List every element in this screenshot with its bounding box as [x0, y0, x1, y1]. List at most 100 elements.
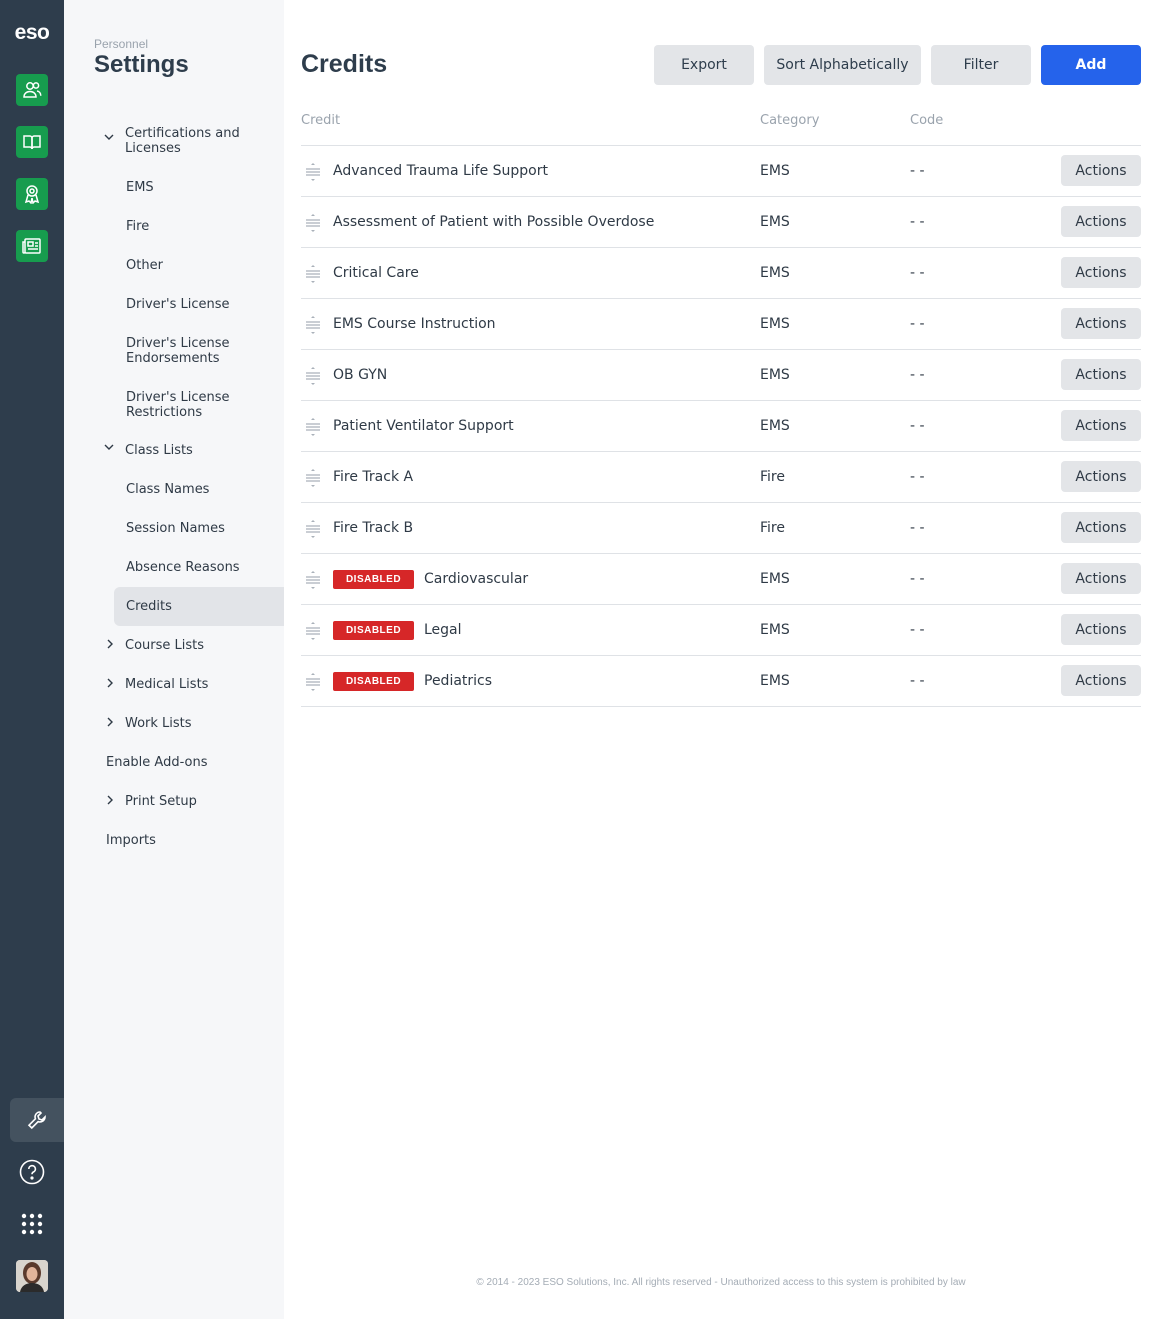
- drag-handle-icon[interactable]: [304, 468, 322, 488]
- actions-button[interactable]: Actions: [1061, 359, 1141, 390]
- credit-category: EMS: [760, 418, 790, 434]
- add-button[interactable]: Add: [1041, 45, 1141, 85]
- credit-name: Fire Track A: [333, 469, 414, 485]
- credit-name: Assessment of Patient with Possible Over…: [333, 214, 655, 230]
- credit-code: - -: [910, 418, 925, 434]
- credit-category: EMS: [760, 214, 790, 230]
- credit-category: EMS: [760, 163, 790, 179]
- actions-button[interactable]: Actions: [1061, 257, 1141, 288]
- nav-drivers-license[interactable]: Driver's License: [126, 297, 230, 312]
- actions-button[interactable]: Actions: [1061, 206, 1141, 237]
- credit-code: - -: [910, 571, 925, 587]
- app-rail: eso: [0, 0, 64, 1319]
- actions-button[interactable]: Actions: [1061, 665, 1141, 696]
- actions-button[interactable]: Actions: [1061, 155, 1141, 186]
- wrench-icon[interactable]: [10, 1098, 64, 1142]
- actions-button[interactable]: Actions: [1061, 410, 1141, 441]
- award-icon[interactable]: [16, 178, 48, 210]
- chevron-down-icon[interactable]: [103, 441, 115, 453]
- nav-course-lists[interactable]: Course Lists: [125, 638, 204, 653]
- credit-code: - -: [910, 673, 925, 689]
- breadcrumb: Personnel: [94, 37, 149, 51]
- nav-absence-reasons[interactable]: Absence Reasons: [126, 560, 240, 575]
- drag-handle-icon[interactable]: [304, 417, 322, 437]
- table-row[interactable]: Advanced Trauma Life Support EMS - - Action…: [301, 146, 1141, 197]
- drag-handle-icon[interactable]: [304, 519, 322, 539]
- credit-code: - -: [910, 520, 925, 536]
- nav-other[interactable]: Other: [126, 258, 163, 273]
- help-icon[interactable]: [10, 1150, 54, 1194]
- table-row[interactable]: Fire Track A Fire - - Actions: [301, 452, 1141, 503]
- chevron-right-icon[interactable]: [104, 794, 116, 806]
- table-row[interactable]: Patient Ventilator Support EMS - - Actions: [301, 401, 1141, 452]
- credit-category: EMS: [760, 673, 790, 689]
- table-row[interactable]: DISABLED Legal EMS - - Actions: [301, 605, 1141, 656]
- column-header-credit: Credit: [301, 113, 341, 128]
- filter-button[interactable]: Filter: [931, 45, 1031, 85]
- avatar[interactable]: [16, 1260, 48, 1292]
- actions-button[interactable]: Actions: [1061, 461, 1141, 492]
- credit-code: - -: [910, 469, 925, 485]
- drag-handle-icon[interactable]: [304, 366, 322, 386]
- nav-drivers-license-endorsements[interactable]: Driver's License Endorsements: [126, 336, 256, 366]
- credit-name: Cardiovascular: [424, 571, 529, 587]
- table-row[interactable]: DISABLED Pediatrics EMS - - Actions: [301, 656, 1141, 707]
- chevron-right-icon[interactable]: [104, 677, 116, 689]
- actions-button[interactable]: Actions: [1061, 512, 1141, 543]
- disabled-badge: DISABLED: [333, 672, 414, 691]
- chevron-right-icon[interactable]: [104, 638, 116, 650]
- nav-fire[interactable]: Fire: [126, 219, 149, 234]
- credit-name: Critical Care: [333, 265, 419, 281]
- news-icon[interactable]: [16, 230, 48, 262]
- chevron-down-icon[interactable]: [103, 131, 115, 143]
- nav-drivers-license-restrictions[interactable]: Driver's License Restrictions: [126, 390, 256, 420]
- actions-button[interactable]: Actions: [1061, 614, 1141, 645]
- table-row[interactable]: Fire Track B Fire - - Actions: [301, 503, 1141, 554]
- export-button[interactable]: Export: [654, 45, 754, 85]
- drag-handle-icon[interactable]: [304, 213, 322, 233]
- chevron-right-icon[interactable]: [104, 716, 116, 728]
- table-row[interactable]: EMS Course Instruction EMS - - Actions: [301, 299, 1141, 350]
- table-row[interactable]: DISABLED Cardiovascular EMS - - Actions: [301, 554, 1141, 605]
- actions-button[interactable]: Actions: [1061, 563, 1141, 594]
- eso-logo[interactable]: eso: [9, 22, 55, 44]
- nav-imports[interactable]: Imports: [106, 833, 156, 848]
- sort-alphabetically-button[interactable]: Sort Alphabetically: [764, 45, 921, 85]
- drag-handle-icon[interactable]: [304, 672, 322, 692]
- credit-category: Fire: [760, 469, 785, 485]
- grid-icon[interactable]: [10, 1202, 54, 1246]
- table-row[interactable]: Critical Care EMS - - Actions: [301, 248, 1141, 299]
- people-icon[interactable]: [16, 74, 48, 106]
- nav-print-setup[interactable]: Print Setup: [125, 794, 197, 809]
- credit-name: Pediatrics: [424, 673, 493, 689]
- drag-handle-icon[interactable]: [304, 621, 322, 641]
- drag-handle-icon[interactable]: [304, 315, 322, 335]
- credit-code: - -: [910, 316, 925, 332]
- nav-certifications-and-licenses[interactable]: Certifications and Licenses: [125, 126, 265, 156]
- credit-category: EMS: [760, 571, 790, 587]
- table-row[interactable]: OB GYN EMS - - Actions: [301, 350, 1141, 401]
- table-row[interactable]: Assessment of Patient with Possible Over…: [301, 197, 1141, 248]
- book-icon[interactable]: [16, 126, 48, 158]
- credit-name: Fire Track B: [333, 520, 414, 536]
- credit-category: EMS: [760, 367, 790, 383]
- actions-button[interactable]: Actions: [1061, 308, 1141, 339]
- drag-handle-icon[interactable]: [304, 264, 322, 284]
- nav-work-lists[interactable]: Work Lists: [125, 716, 192, 731]
- credit-category: EMS: [760, 622, 790, 638]
- nav-class-lists[interactable]: Class Lists: [125, 443, 193, 458]
- drag-handle-icon[interactable]: [304, 570, 322, 590]
- nav-credits[interactable]: Credits: [126, 599, 172, 614]
- nav-class-names[interactable]: Class Names: [126, 482, 209, 497]
- credit-name: OB GYN: [333, 367, 388, 383]
- page-title: Credits: [301, 50, 388, 78]
- nav-medical-lists[interactable]: Medical Lists: [125, 677, 208, 692]
- credit-category: EMS: [760, 316, 790, 332]
- nav-enable-add-ons[interactable]: Enable Add-ons: [106, 755, 207, 770]
- credit-category: Fire: [760, 520, 785, 536]
- credit-category: EMS: [760, 265, 790, 281]
- nav-session-names[interactable]: Session Names: [126, 521, 225, 536]
- nav-ems[interactable]: EMS: [126, 180, 154, 195]
- drag-handle-icon[interactable]: [304, 162, 322, 182]
- column-header-category: Category: [760, 113, 820, 128]
